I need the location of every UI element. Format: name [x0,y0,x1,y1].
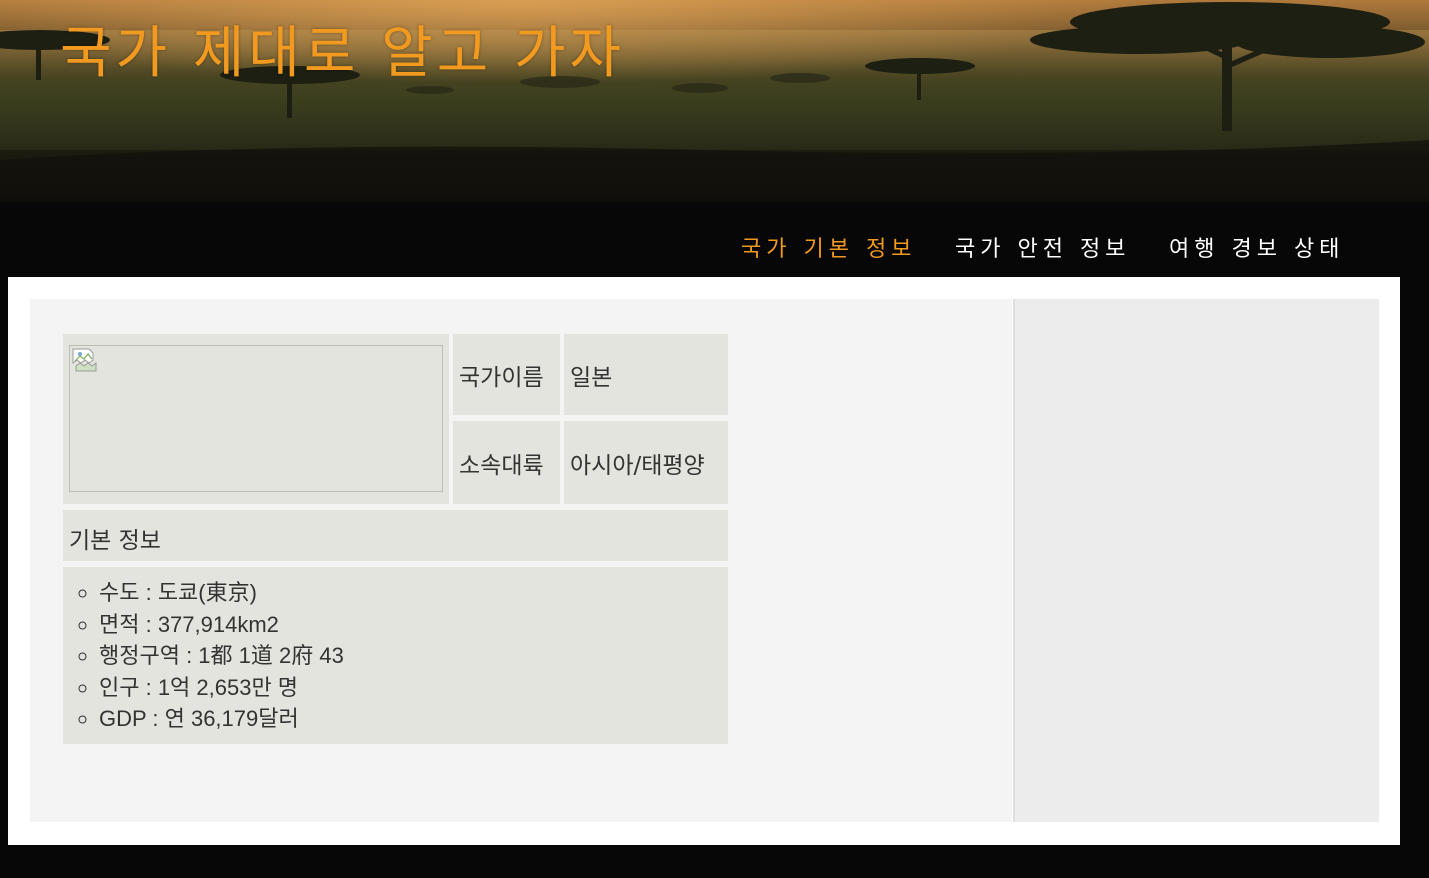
facts-list: 수도 : 도쿄(東京) 면적 : 377,914km2 행정구역 : 1都 1道… [63,577,344,735]
nav-item-safety-info[interactable]: 국가 안전 정보 [955,231,1130,263]
main-nav: 국가 기본 정보 국가 안전 정보 여행 경보 상태 [0,202,1429,277]
fact-population: 인구 : 1억 2,653만 명 [99,672,344,704]
site-title: 국가 제대로 알고 가자 [60,21,626,86]
flag-image [69,345,443,492]
section-title-cell: 기본 정보 [63,510,728,561]
country-name-value-cell: 일본 [564,334,728,415]
banner: 국가 제대로 알고 가자 [0,0,1429,202]
continent-label-cell: 소속대륙 [453,421,560,504]
nav-item-travel-alert[interactable]: 여행 경보 상태 [1169,231,1344,263]
continent-label: 소속대륙 [459,453,544,479]
section-title: 기본 정보 [69,528,161,554]
fact-admin-divisions: 행정구역 : 1都 1道 2府 43 [99,640,344,672]
fact-gdp: GDP : 연 36,179달러 [99,703,344,735]
main-content: 국가이름 일본 소속대륙 아시아/태평양 기본 정보 수도 : 도쿄(東京) 면… [30,299,1012,822]
flag-cell [63,334,449,504]
continent-value-cell: 아시아/태평양 [564,421,728,504]
sidebar [1013,299,1379,822]
fact-area: 면적 : 377,914km2 [99,609,344,641]
nav-item-basic-info[interactable]: 국가 기본 정보 [741,231,916,263]
country-name-value: 일본 [570,365,613,391]
fact-capital: 수도 : 도쿄(東京) [99,577,344,609]
main-frame: 국가이름 일본 소속대륙 아시아/태평양 기본 정보 수도 : 도쿄(東京) 면… [8,277,1400,845]
broken-image-icon [72,348,97,372]
facts-cell: 수도 : 도쿄(東京) 면적 : 377,914km2 행정구역 : 1都 1道… [63,567,728,744]
continent-value: 아시아/태평양 [570,453,705,479]
country-name-label: 국가이름 [459,365,544,391]
country-name-label-cell: 국가이름 [453,334,560,415]
